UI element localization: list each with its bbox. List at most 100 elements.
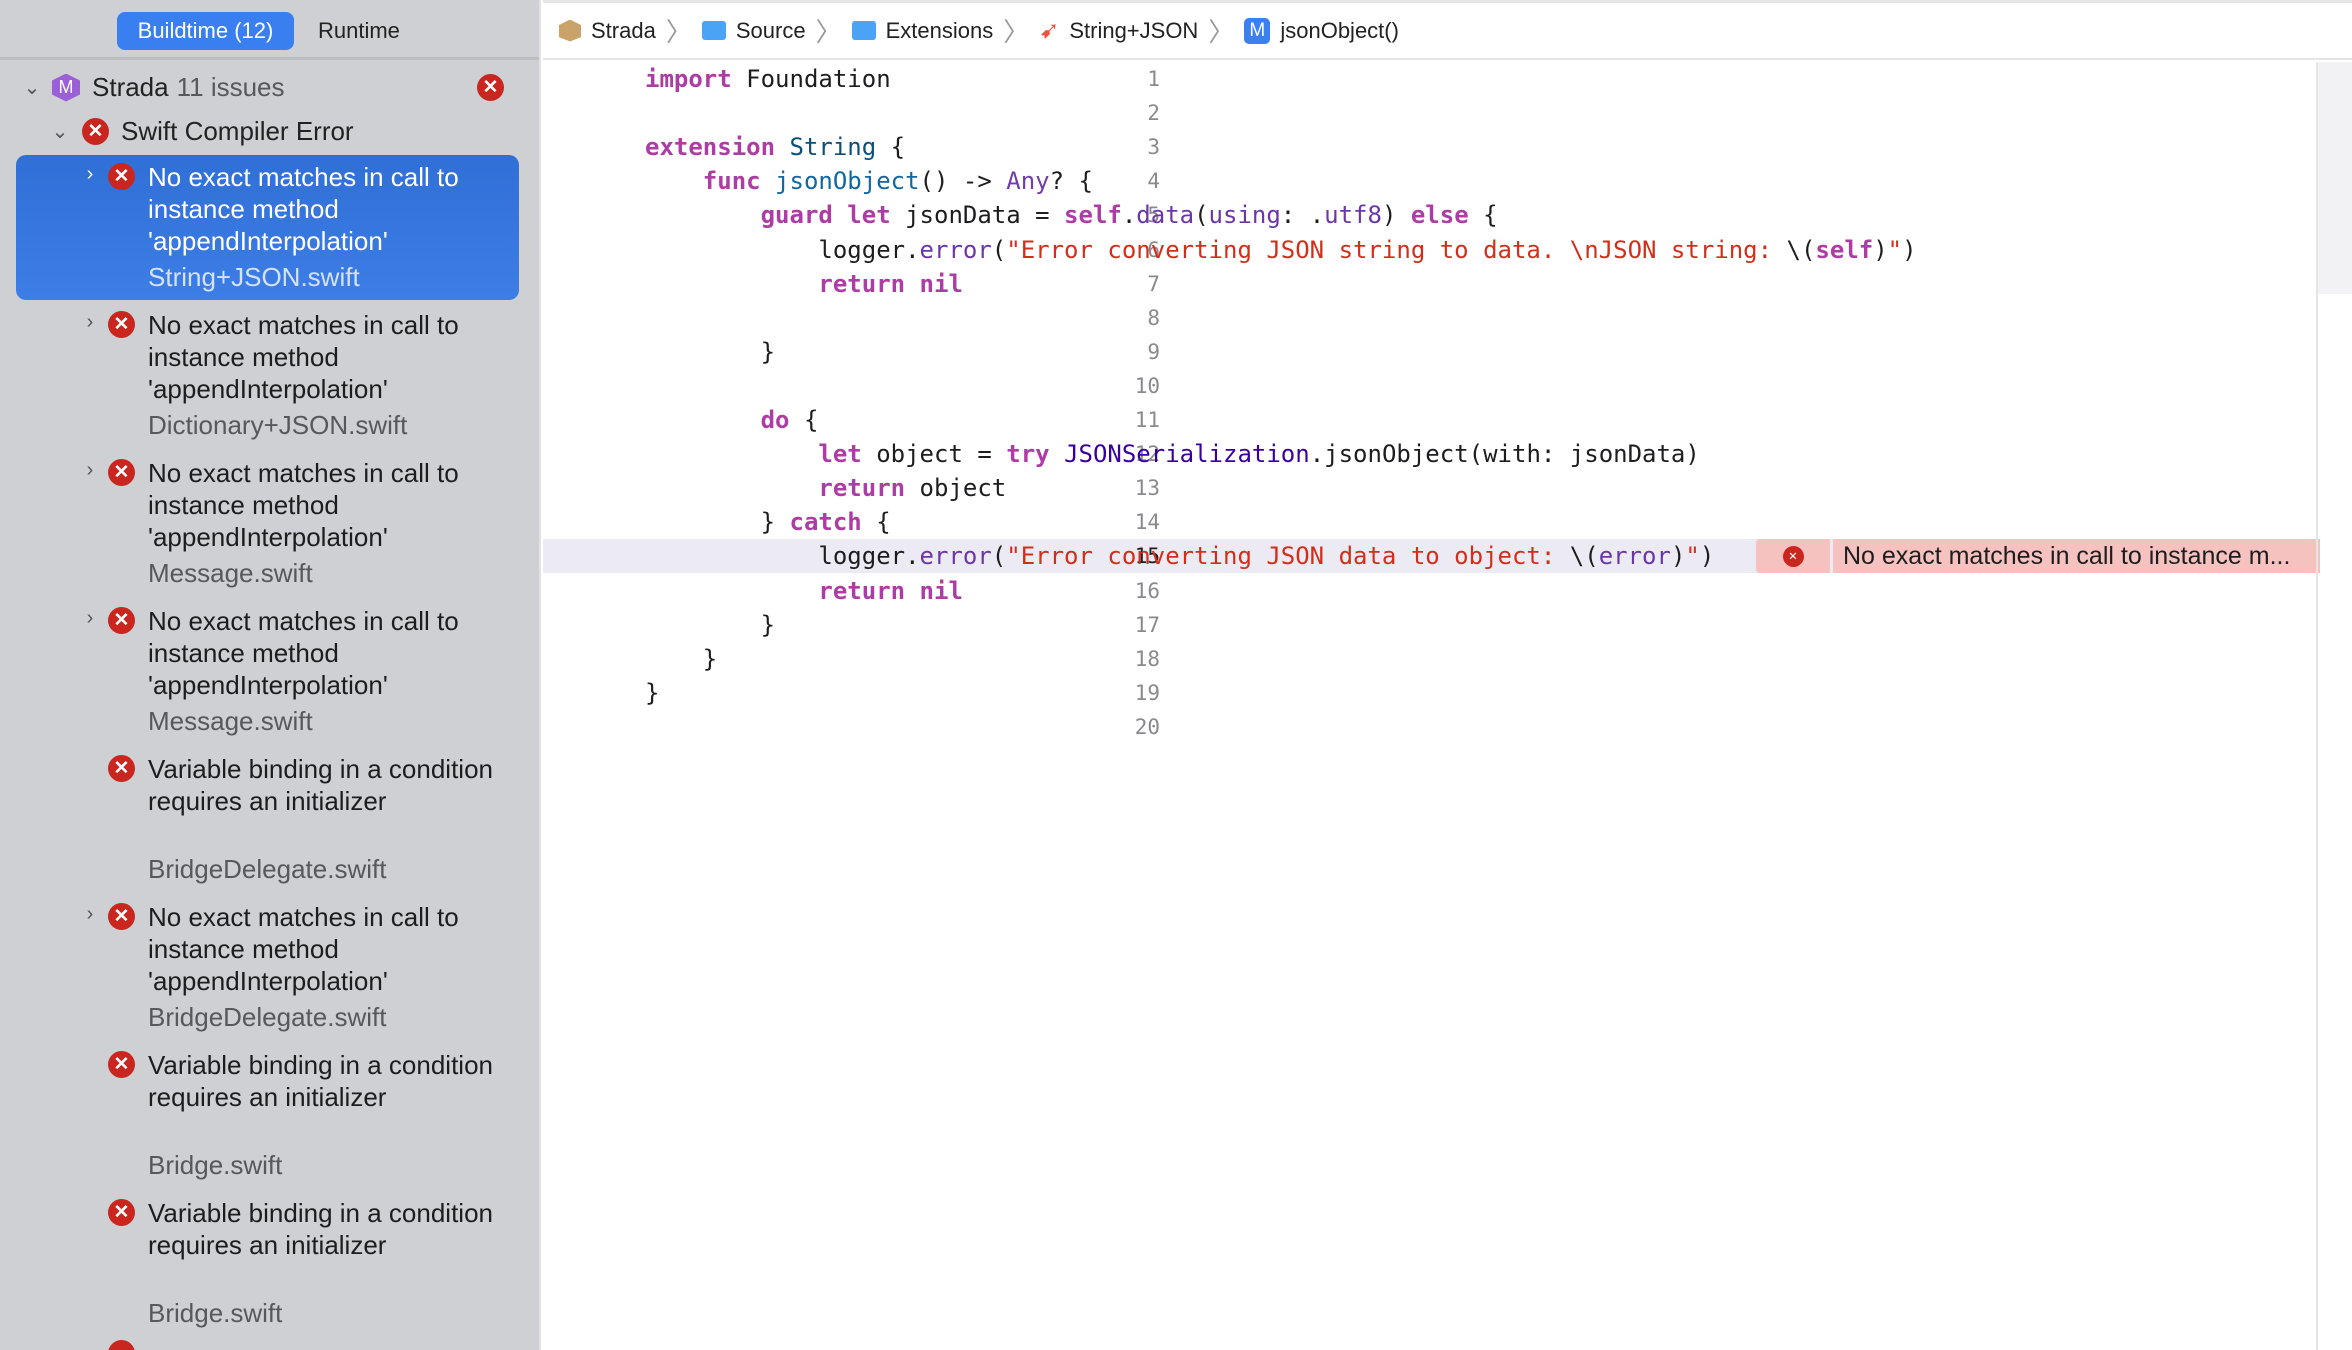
code-token: let — [847, 201, 891, 230]
code-line[interactable]: 1 import Foundation — [543, 62, 2316, 96]
code-token: object — [905, 474, 1007, 503]
breadcrumb-label: Source — [735, 17, 806, 43]
code-token: try — [1006, 440, 1050, 469]
tab-runtime[interactable]: Runtime — [304, 12, 414, 50]
code-line[interactable]: 14 } catch { — [543, 505, 2316, 539]
breadcrumb-folder-source[interactable]: Source — [701, 17, 806, 44]
issue-item[interactable]: › ✕ No exact matches in call to instance m… — [0, 155, 539, 303]
breadcrumb-project[interactable]: Strada — [559, 18, 656, 44]
code-token: guard — [760, 201, 833, 230]
code-line[interactable]: 15 logger.error("Error converting JSON d… — [543, 539, 2320, 574]
code-line[interactable]: 5 guard let jsonData = self.data(using: … — [543, 198, 2316, 232]
issue-item[interactable]: ✕ Variable binding in a condition require… — [0, 1043, 539, 1191]
code-token: } — [645, 610, 776, 639]
issue-message: Variable binding in a condition requires… — [148, 754, 493, 816]
code-line[interactable]: 9 } — [543, 335, 2316, 369]
code-line[interactable]: 11 do { — [543, 403, 2316, 437]
line-number: 14 — [1134, 510, 1160, 535]
code-token: ) — [1699, 542, 1715, 571]
chevron-right-icon[interactable]: › — [78, 903, 102, 926]
code-token: \( — [1569, 542, 1599, 571]
line-number: 7 — [1147, 271, 1160, 296]
code-token: ) — [1381, 201, 1411, 230]
code-line[interactable]: 8 — [543, 301, 2316, 335]
breadcrumb-folder-extensions[interactable]: Extensions — [851, 17, 994, 44]
code-token: utf8 — [1324, 201, 1382, 230]
line-source: } — [645, 335, 775, 369]
code-line[interactable]: 4 func jsonObject() -> Any? { — [543, 164, 2316, 198]
code-token: ) — [1873, 235, 1888, 264]
issue-item[interactable]: › ✕ No exact matches in call to instance m… — [0, 599, 539, 747]
error-annotation[interactable]: ✕ No exact matches in call to instance m.… — [1756, 539, 2320, 574]
code-line[interactable]: 3 extension String { — [543, 130, 2316, 164]
chevron-right-icon[interactable]: › — [78, 459, 102, 482]
code-line[interactable]: 12 let object = try JSONSerialization.js… — [543, 437, 2316, 471]
group-row[interactable]: ⌄ ✕ Swift Compiler Error — [48, 116, 354, 147]
code-editor[interactable]: 1 import Foundation 2 3 extension String {4 … — [543, 62, 2320, 1350]
code-line[interactable]: 16 return nil — [543, 574, 2316, 608]
code-token: "Error converting JSON string to data. \… — [1006, 235, 1787, 264]
code-line[interactable]: 17 } — [543, 608, 2316, 642]
breadcrumb: Strada 〉 Source 〉 Extensions 〉 ➹ String+J… — [543, 0, 2352, 60]
issue-navigator: Buildtime (12) Runtime ⌄ M Strada 11 iss… — [0, 0, 541, 1350]
chevron-right-icon[interactable]: › — [78, 311, 102, 334]
code-token: jsonObject — [775, 167, 920, 196]
chevron-right-icon[interactable]: › — [78, 607, 102, 630]
error-icon: ✕ — [108, 903, 135, 930]
issue-item[interactable]: › ✕ No exact matches in call to instance m… — [0, 303, 539, 451]
project-icon: M — [52, 73, 80, 102]
code-token: () -> — [919, 167, 1007, 196]
code-token: self — [1815, 235, 1874, 264]
tab-buildtime[interactable]: Buildtime (12) — [117, 12, 294, 50]
error-icon — [108, 1340, 135, 1350]
code-token: "Error converting JSON data to object: — [1006, 542, 1570, 571]
breadcrumb-file[interactable]: ➹ String+JSON — [1039, 16, 1198, 45]
line-number: 2 — [1147, 101, 1160, 126]
code-token: nil — [919, 269, 963, 298]
issue-item[interactable]: › ✕ No exact matches in call to instance m… — [0, 451, 539, 599]
issue-item[interactable]: › ✕ No exact matches in call to instance m… — [0, 895, 539, 1043]
issue-file: Bridge.swift — [148, 1298, 283, 1328]
chevron-down-icon[interactable]: ⌄ — [48, 119, 72, 144]
issue-item[interactable]: ✕ Variable binding in a condition require… — [0, 747, 539, 895]
code-line[interactable]: 20 — [543, 710, 2316, 744]
code-token: } — [645, 678, 660, 707]
code-token: String — [789, 133, 877, 162]
issue-message: No exact matches in call to instance met… — [148, 606, 459, 700]
error-icon: ✕ — [108, 1051, 135, 1078]
line-source: } — [645, 676, 659, 710]
code-line[interactable]: 13 return object — [543, 471, 2316, 505]
line-source: let object = try JSONSerialization.jsonO… — [645, 437, 1699, 471]
code-token: logger. — [645, 542, 920, 571]
chevron-right-icon: 〉 — [815, 17, 842, 47]
project-row[interactable]: ⌄ M Strada 11 issues ✕ — [20, 72, 520, 103]
code-token: ( — [1194, 201, 1209, 230]
error-icon: ✕ — [108, 607, 135, 634]
chevron-right-icon[interactable]: › — [78, 163, 102, 186]
breadcrumb-method[interactable]: MjsonObject() — [1244, 17, 1399, 44]
code-line[interactable]: 10 — [543, 369, 2316, 403]
issue-item[interactable]: ✕ Variable binding in a condition require… — [0, 1191, 539, 1339]
code-line[interactable]: 6 logger.error("Error converting JSON st… — [543, 233, 2316, 267]
code-line[interactable]: 19} — [543, 676, 2316, 710]
code-line[interactable]: 18 } — [543, 642, 2316, 676]
line-number: 1 — [1147, 67, 1160, 91]
code-token: catch — [789, 508, 862, 537]
code-line[interactable]: 2 — [543, 96, 2316, 130]
minimap-viewport[interactable] — [2318, 62, 2352, 294]
issue-message: No exact matches in call to instance met… — [148, 902, 459, 996]
breadcrumb-label: Extensions — [885, 17, 994, 43]
code-token: Any — [1006, 167, 1050, 196]
line-number: 8 — [1147, 305, 1160, 330]
breadcrumb-label: Strada — [591, 17, 656, 43]
code-token: error — [919, 542, 992, 571]
line-source: } catch { — [645, 505, 891, 539]
chevron-down-icon[interactable]: ⌄ — [20, 75, 44, 100]
minimap[interactable] — [2316, 62, 2352, 1350]
chevron-right-icon: 〉 — [1003, 17, 1030, 47]
code-token: ( — [991, 235, 1007, 264]
code-token: { — [1468, 201, 1498, 230]
code-line[interactable]: 7 return nil — [543, 267, 2316, 301]
